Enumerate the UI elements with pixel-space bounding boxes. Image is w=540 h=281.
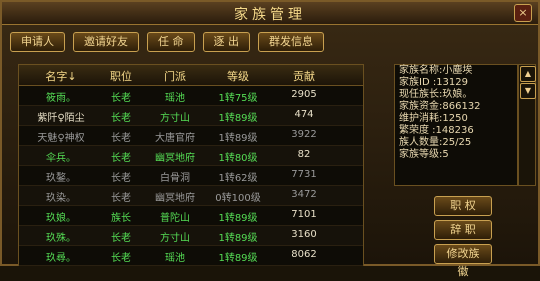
member-position: 长老 [111, 133, 131, 144]
info-member-count: 族人数量:25/25 [399, 137, 472, 148]
member-level: 1转89级 [218, 233, 258, 244]
member-table: 名字↓ 职位 门派 等级 贡献 筱雨。 长老 瑶池 1转75级 2905 紫阡♀… [18, 64, 364, 266]
member-position: 长老 [111, 173, 131, 184]
window-title: 家族管理 [234, 7, 306, 23]
member-position: 长老 [111, 93, 131, 104]
info-upkeep: 维护消耗:1250 [399, 113, 468, 124]
member-position: 长老 [111, 253, 131, 264]
member-name: 玖殊。 [46, 233, 76, 244]
member-contribution: 474 [294, 109, 314, 120]
member-position: 长老 [111, 153, 131, 164]
member-contribution: 3472 [291, 189, 317, 200]
member-name: 紫阡♀陌尘 [37, 113, 85, 124]
member-name: 玖鏊。 [46, 173, 76, 184]
member-level: 1转80级 [218, 153, 258, 164]
member-sect: 白骨洞 [160, 173, 190, 184]
invite-friends-button[interactable]: 邀请好友 [73, 32, 139, 52]
info-funds: 家族资金:866132 [399, 101, 481, 112]
applicants-button[interactable]: 申请人 [10, 32, 65, 52]
table-rows: 筱雨。 长老 瑶池 1转75级 2905 紫阡♀陌尘 长老 方寸山 1转89级 … [19, 86, 363, 266]
member-name: 玖尋。 [46, 253, 76, 264]
member-level: 0转100级 [215, 193, 261, 204]
member-sect: 瑶池 [165, 93, 185, 104]
resign-button[interactable]: 辞 职 [434, 220, 492, 240]
header-level[interactable]: 等级 [207, 68, 269, 84]
member-position: 长老 [111, 233, 131, 244]
member-contribution: 8062 [291, 249, 317, 260]
member-sect: 方寸山 [160, 113, 190, 124]
member-name: 天魅♀神权 [37, 133, 85, 144]
edit-emblem-button[interactable]: 修改族徽 [434, 244, 492, 278]
table-row[interactable]: 紫阡♀陌尘 长老 方寸山 1转89级 474 [19, 106, 363, 126]
header-sect[interactable]: 门派 [143, 68, 207, 84]
member-name: 玖染。 [46, 193, 76, 204]
member-contribution: 3922 [291, 129, 317, 140]
member-level: 1转75级 [218, 93, 258, 104]
member-contribution: 3160 [291, 229, 317, 240]
header-position[interactable]: 职位 [99, 68, 143, 84]
member-level: 1转89级 [218, 133, 258, 144]
member-name: 筱雨。 [46, 93, 76, 104]
header-contribution[interactable]: 贡献 [269, 68, 339, 84]
table-row[interactable]: 玖鏊。 长老 白骨洞 1转62级 7731 [19, 166, 363, 186]
scroll-up-icon[interactable]: ▲ [520, 66, 536, 82]
family-info-panel: 家族名称:小塵埃 家族ID :13129 现任族长:玖娘。 家族资金:86613… [394, 64, 518, 186]
member-sect: 方寸山 [160, 233, 190, 244]
table-row[interactable]: 伞兵。 长老 幽冥地府 1转80级 82 [19, 146, 363, 166]
info-scrollbar[interactable]: ▲ ▼ [518, 64, 536, 186]
member-sect: 幽冥地府 [155, 153, 195, 164]
table-row[interactable]: 天魅♀神权 长老 大唐官府 1转89级 3922 [19, 126, 363, 146]
member-contribution: 7731 [291, 169, 317, 180]
appoint-button[interactable]: 任 命 [147, 32, 195, 52]
broadcast-message-button[interactable]: 群发信息 [258, 32, 324, 52]
member-position: 族长 [111, 213, 131, 224]
info-prosperity: 繁荣度 :148236 [399, 125, 474, 136]
family-management-window: 家族管理 × 申请人 邀请好友 任 命 逐 出 群发信息 名字↓ 职位 门派 等… [0, 0, 540, 278]
authority-button[interactable]: 职 权 [434, 196, 492, 216]
header-name[interactable]: 名字↓ [23, 68, 99, 84]
member-position: 长老 [111, 113, 131, 124]
info-leader: 现任族长:玖娘。 [399, 89, 473, 100]
member-sect: 瑶池 [165, 253, 185, 264]
table-row[interactable]: 玖染。 长老 幽冥地府 0转100级 3472 [19, 186, 363, 206]
member-level: 1转89级 [218, 213, 258, 224]
info-family-name: 家族名称:小塵埃 [399, 65, 473, 76]
member-name: 玖娘。 [46, 213, 76, 224]
expel-button[interactable]: 逐 出 [202, 32, 250, 52]
info-family-id: 家族ID :13129 [399, 77, 469, 88]
member-level: 1转89级 [218, 113, 258, 124]
table-row[interactable]: 筱雨。 长老 瑶池 1转75级 2905 [19, 86, 363, 106]
member-level: 1转89级 [218, 253, 258, 264]
member-contribution: 2905 [291, 89, 317, 100]
table-row[interactable]: 玖娘。 族长 普陀山 1转89级 7101 [19, 206, 363, 226]
table-row[interactable]: 玖尋。 长老 瑶池 1转89级 8062 [19, 246, 363, 266]
member-level: 1转62级 [218, 173, 258, 184]
member-contribution: 7101 [291, 209, 317, 220]
table-header: 名字↓ 职位 门派 等级 贡献 [19, 65, 363, 86]
member-sect: 大唐官府 [155, 133, 195, 144]
info-family-level: 家族等级:5 [399, 149, 449, 160]
toolbar: 申请人 邀请好友 任 命 逐 出 群发信息 [10, 32, 324, 52]
member-sect: 幽冥地府 [155, 193, 195, 204]
member-sect: 普陀山 [160, 213, 190, 224]
close-icon[interactable]: × [514, 4, 532, 22]
member-position: 长老 [111, 193, 131, 204]
table-row[interactable]: 玖殊。 长老 方寸山 1转89级 3160 [19, 226, 363, 246]
scroll-down-icon[interactable]: ▼ [520, 83, 536, 99]
member-contribution: 82 [297, 149, 311, 160]
title-bar: 家族管理 × [2, 2, 538, 25]
member-name: 伞兵。 [46, 153, 76, 164]
